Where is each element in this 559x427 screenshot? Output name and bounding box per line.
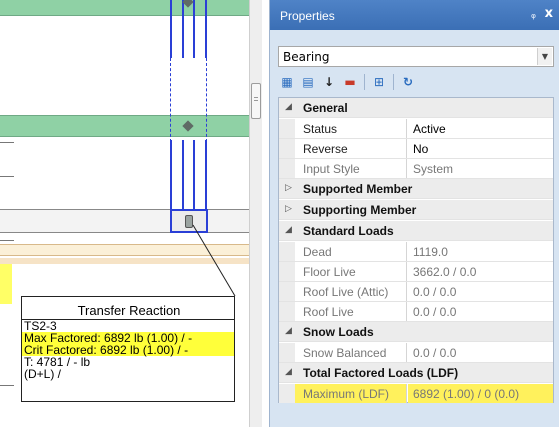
property-name: Status	[295, 119, 407, 138]
properties-titlebar[interactable]: Properties ᵩ x	[270, 0, 559, 30]
category-row[interactable]: ▷ Supported Member	[279, 179, 553, 199]
category-label: Supporting Member	[303, 203, 417, 217]
property-row[interactable]: Reverse No	[279, 139, 553, 159]
property-value[interactable]: No	[408, 139, 553, 158]
property-value[interactable]: 0.0 / 0.0	[408, 302, 553, 321]
categorized-icon[interactable]: ▦	[278, 73, 296, 91]
row-gutter	[279, 282, 295, 301]
panel-title: Properties	[280, 9, 335, 23]
collapse-arrow-icon[interactable]: ◢	[285, 366, 292, 377]
property-row[interactable]: Status Active	[279, 119, 553, 139]
sort-az-icon[interactable]: ↓	[320, 73, 338, 91]
alphabetical-group-icon[interactable]: ▤	[299, 73, 317, 91]
scrollbar-thumb[interactable]	[251, 83, 261, 119]
property-name: Dead	[295, 242, 407, 261]
object-selector-value: Bearing	[283, 50, 330, 64]
category-row[interactable]: ▷ Supporting Member	[279, 200, 553, 220]
property-name: Roof Live (Attic)	[295, 282, 407, 301]
object-selector[interactable]: Bearing ▼	[278, 46, 554, 67]
row-gutter	[279, 262, 295, 281]
filter-icon[interactable]: ▬	[341, 73, 359, 91]
category-label: Snow Loads	[303, 325, 374, 339]
property-value[interactable]: Active	[408, 119, 553, 138]
row-gutter	[279, 139, 295, 158]
refresh-icon[interactable]: ↻	[399, 73, 417, 91]
collapse-arrow-icon[interactable]: ◢	[285, 224, 292, 235]
category-row[interactable]: ◢ Snow Loads	[279, 322, 553, 342]
property-name: Snow Balanced	[295, 343, 407, 362]
row-gutter	[279, 302, 295, 321]
property-row[interactable]: Dead 1119.0	[279, 242, 553, 262]
toolbar-divider	[364, 74, 365, 90]
expand-arrow-icon[interactable]: ▷	[285, 203, 292, 214]
property-row[interactable]: Roof Live 0.0 / 0.0	[279, 302, 553, 322]
category-row[interactable]: ◢ Total Factored Loads (LDF)	[279, 363, 553, 383]
property-value[interactable]: 1119.0	[408, 242, 553, 261]
property-value[interactable]: 0.0 / 0.0	[408, 343, 553, 362]
category-label: Standard Loads	[303, 224, 394, 238]
properties-footer	[278, 403, 554, 427]
property-row[interactable]: Input Style System	[279, 159, 553, 179]
row-gutter	[279, 159, 295, 178]
property-value[interactable]: 0.0 / 0.0	[408, 282, 553, 301]
property-value[interactable]: System	[408, 159, 553, 178]
collapse-arrow-icon[interactable]: ◢	[285, 325, 292, 336]
property-name: Input Style	[295, 159, 407, 178]
chevron-down-icon[interactable]: ▼	[537, 48, 552, 65]
toolbar-divider	[393, 74, 394, 90]
row-gutter	[279, 242, 295, 261]
property-name: Maximum (LDF)	[295, 384, 407, 403]
property-name: Reverse	[295, 139, 407, 158]
property-name: Floor Live	[295, 262, 407, 281]
callout-title: Transfer Reaction	[77, 303, 181, 318]
property-pages-icon[interactable]: ⊞	[370, 73, 388, 91]
property-row[interactable]: Maximum (LDF) 6892 (1.00) / 0 (0.0)	[279, 384, 553, 404]
row-gutter	[279, 119, 295, 138]
category-label: Total Factored Loads (LDF)	[303, 366, 459, 380]
property-row[interactable]: Roof Live (Attic) 0.0 / 0.0	[279, 282, 553, 302]
pin-icon[interactable]: ᵩ	[531, 7, 536, 21]
expand-arrow-icon[interactable]: ▷	[285, 182, 292, 193]
category-label: Supported Member	[303, 182, 413, 196]
property-value[interactable]: 3662.0 / 0.0	[408, 262, 553, 281]
callout-line-combo: (D+L) /	[24, 367, 62, 381]
row-gutter	[279, 343, 295, 362]
property-row[interactable]: Floor Live 3662.0 / 0.0	[279, 262, 553, 282]
transfer-reaction-callout[interactable]: Transfer Reaction TS2-3 Max Factored: 68…	[21, 296, 235, 402]
drawing-canvas[interactable]: Transfer Reaction TS2-3 Max Factored: 68…	[0, 0, 262, 427]
category-row[interactable]: ◢ Standard Loads	[279, 221, 553, 241]
canvas-scrollbar[interactable]	[249, 0, 262, 427]
property-row[interactable]: Snow Balanced 0.0 / 0.0	[279, 343, 553, 363]
property-name: Roof Live	[295, 302, 407, 321]
property-grid: ◢ General Status Active Reverse No Input Style…	[278, 97, 554, 424]
callout-body: TS2-3 Max Factored: 6892 lb (1.00) / - C…	[22, 319, 234, 380]
collapse-arrow-icon[interactable]: ◢	[285, 101, 292, 112]
row-gutter	[279, 384, 295, 403]
properties-panel: Properties ᵩ x Bearing ▼ ▦ ▤ ↓ ▬ ⊞ ↻ ◢ Ge…	[269, 0, 559, 427]
category-row[interactable]: ◢ General	[279, 98, 553, 118]
property-value[interactable]: 6892 (1.00) / 0 (0.0)	[408, 384, 553, 403]
close-icon[interactable]: x	[545, 6, 553, 21]
category-label: General	[303, 101, 348, 115]
properties-toolbar: ▦ ▤ ↓ ▬ ⊞ ↻	[278, 70, 554, 94]
